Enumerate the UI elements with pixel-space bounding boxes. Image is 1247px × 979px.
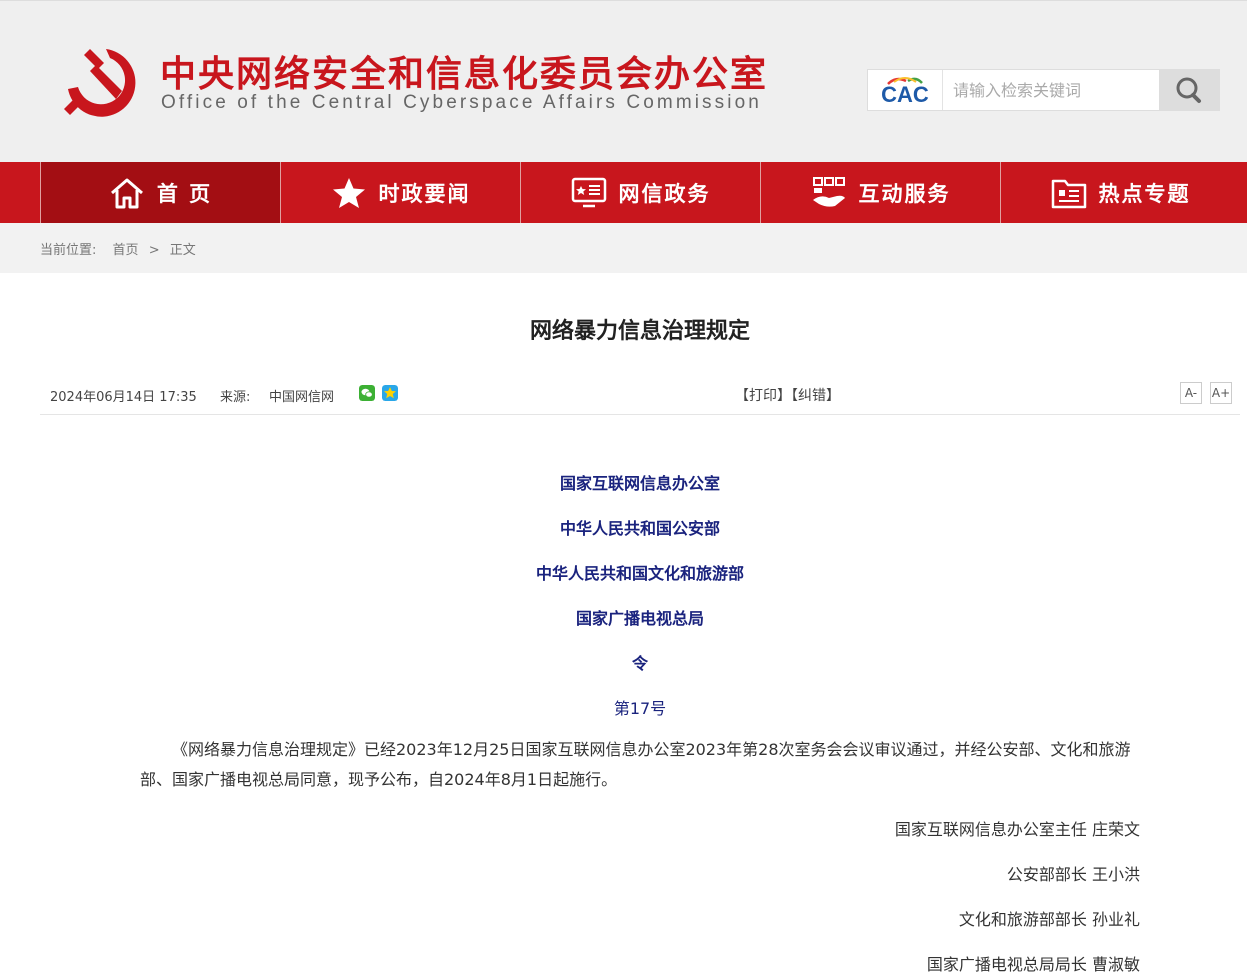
- cac-logo[interactable]: CAC: [868, 70, 943, 110]
- breadcrumb-current: 正文: [169, 243, 196, 258]
- nav-label: 首 页: [156, 181, 213, 206]
- search-icon: [1176, 77, 1201, 103]
- signature-line: 文化和旅游部部长 孙业礼: [958, 910, 1140, 929]
- qzone-share-icon[interactable]: [382, 385, 398, 401]
- source-name: 中国网信网: [269, 390, 335, 405]
- source-label: 来源:: [220, 390, 251, 405]
- site-header: 中央网络安全和信息化委员会办公室 Office of the Central C…: [0, 0, 1247, 162]
- font-smaller-button[interactable]: A-: [1180, 382, 1202, 404]
- nav-item-affairs[interactable]: 网信政务: [520, 162, 760, 223]
- breadcrumb-prefix: 当前位置:: [40, 243, 97, 258]
- nav-label: 互动服务: [858, 181, 951, 206]
- party-emblem-icon: [64, 49, 136, 117]
- search-box: CAC: [867, 69, 1220, 111]
- print-link[interactable]: 【打印】: [735, 388, 791, 404]
- breadcrumb: 当前位置: 首页 > 正文: [40, 239, 202, 258]
- signature-line: 公安部部长 王小洪: [1006, 865, 1140, 884]
- nav-label: 热点专题: [1098, 181, 1191, 206]
- breadcrumb-separator: >: [148, 243, 160, 258]
- article-title: 网络暴力信息治理规定: [529, 319, 750, 344]
- nav-item-topics[interactable]: 热点专题: [1000, 162, 1240, 223]
- svg-text:CAC: CAC: [881, 82, 929, 107]
- order-label: 令: [631, 654, 648, 673]
- search-button[interactable]: [1159, 70, 1219, 110]
- site-title[interactable]: 中央网络安全和信息化委员会办公室: [160, 45, 768, 97]
- breadcrumb-home-link[interactable]: 首页: [113, 243, 139, 258]
- print-correct-links: 【打印】【纠错】: [735, 385, 840, 405]
- folder-icon: [1051, 179, 1086, 208]
- search-input[interactable]: [943, 70, 1159, 110]
- main-nav: 首 页 时政要闻 网信政务 互动服务 热点专题: [0, 162, 1247, 223]
- issuer-line: 国家广播电视总局: [575, 609, 704, 628]
- nav-label: 时政要闻: [378, 181, 471, 206]
- site-subtitle: Office of the Central Cyberspace Affairs…: [161, 92, 762, 113]
- wechat-share-icon[interactable]: [359, 385, 375, 401]
- cac-logo-icon: CAC: [881, 77, 929, 107]
- signature-line: 国家广播电视总局局长 曹淑敏: [926, 955, 1140, 974]
- nav-label: 网信政务: [618, 181, 711, 206]
- nav-item-news[interactable]: 时政要闻: [280, 162, 520, 223]
- font-larger-button[interactable]: A+: [1210, 382, 1232, 404]
- issuer-line: 国家互联网信息办公室: [559, 474, 720, 493]
- monitor-icon: [571, 177, 606, 207]
- article-meta: 2024年06月14日 17:35 来源: 中国网信网 【打印】【纠错】 A- …: [40, 376, 1240, 415]
- order-number: 第17号: [613, 699, 667, 718]
- home-icon: [110, 178, 143, 208]
- issuer-line: 中华人民共和国文化和旅游部: [535, 564, 744, 583]
- issuer-line: 中华人民共和国公安部: [559, 519, 720, 538]
- hand-icon: [812, 176, 845, 207]
- article-paragraph: 《网络暴力信息治理规定》已经2023年12月25日国家互联网信息办公室2023年…: [140, 740, 1131, 789]
- signature-line: 国家互联网信息办公室主任 庄荣文: [894, 820, 1140, 839]
- breadcrumb-bar: 当前位置: 首页 > 正文: [0, 223, 1247, 273]
- publish-date: 2024年06月14日 17:35: [50, 390, 197, 405]
- star-icon: [332, 177, 365, 208]
- nav-item-home[interactable]: 首 页: [40, 162, 280, 223]
- correct-link[interactable]: 【纠错】: [791, 388, 840, 404]
- nav-item-service[interactable]: 互动服务: [760, 162, 1000, 223]
